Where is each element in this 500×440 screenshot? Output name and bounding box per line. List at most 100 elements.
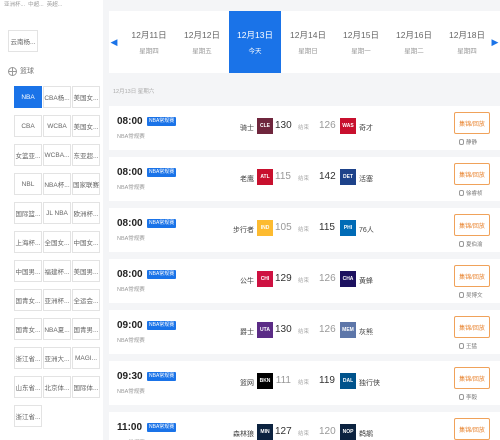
league-chip[interactable]: 欧洲杯...: [72, 202, 100, 224]
league-chip[interactable]: 东亚超...: [72, 144, 100, 166]
home-score: 105: [275, 222, 292, 233]
watch-replay-button[interactable]: 集锦/回放: [454, 163, 490, 185]
league-chip[interactable]: 中国男...: [14, 260, 42, 282]
date-tab[interactable]: 12月16日 星期二: [388, 11, 440, 73]
home-score: 130: [275, 324, 292, 335]
league-chip[interactable]: 美国男...: [72, 260, 100, 282]
sidebar: 亚洲杯... 中超... 英超... 云南杨... 篮球 NBA CBA杨... 美国女…: [0, 0, 103, 440]
basketball-icon: [8, 66, 17, 76]
match-status: 结束: [298, 125, 310, 131]
match-card[interactable]: 08:00 NBA常规赛 NBA常规赛 老鹰 ATL 115 结束 142 DET 活塞 集锦/回放…: [109, 157, 500, 201]
league-chip[interactable]: 中国女...: [72, 231, 100, 253]
mic-icon: [459, 292, 464, 298]
league-chip[interactable]: NBL: [14, 173, 42, 195]
league-chip[interactable]: 浙江省...: [14, 347, 42, 369]
league-chip[interactable]: CBA杨...: [43, 86, 71, 108]
home-team-name: 老鹰: [240, 176, 254, 183]
league-chip[interactable]: 国青女...: [14, 318, 42, 340]
home-score: 130: [275, 120, 292, 131]
competition-name: NBA常规赛: [117, 134, 145, 140]
league-chip[interactable]: 亚洲杯...: [43, 289, 71, 311]
match-time: 08:00: [117, 218, 143, 229]
match-time: 08:00: [117, 269, 143, 280]
match-time: 08:00: [117, 167, 143, 178]
match-card[interactable]: 09:00 NBA常规赛 NBA常规赛 爵士 UTA 130 结束 126 MEM 灰熊 集锦/回放…: [109, 310, 500, 354]
league-chip[interactable]: 美国女...: [72, 86, 100, 108]
watch-replay-button[interactable]: 集锦/回放: [454, 316, 490, 338]
date-tab[interactable]: 12月14日 星期日: [282, 11, 334, 73]
away-team-logo-icon: CHA: [340, 271, 356, 287]
watch-replay-button[interactable]: 集锦/回放: [454, 214, 490, 236]
match-card[interactable]: 08:00 NBA常规赛 NBA常规赛 公牛 CHI 129 结束 126 CHA 黄蜂 集锦/回放…: [109, 259, 500, 303]
league-chip[interactable]: 浙江省...: [14, 405, 42, 427]
league-chip[interactable]: WCBA...: [43, 144, 71, 166]
league-chip[interactable]: 女篮亚...: [14, 144, 42, 166]
sidebar-top-tab[interactable]: 英超...: [47, 0, 63, 14]
date-tab-date: 12月16日: [396, 30, 432, 40]
away-team-logo-icon: PHI: [340, 220, 356, 236]
date-tab-date: 12月12日: [184, 30, 220, 40]
league-chip[interactable]: NBA夏...: [43, 318, 71, 340]
league-chip[interactable]: NBA杯...: [43, 173, 71, 195]
home-score: 129: [275, 273, 292, 284]
commentator-label: 徐睿桢: [459, 189, 483, 197]
match-time: 08:00: [117, 116, 143, 127]
league-chip[interactable]: CBA: [14, 115, 42, 137]
league-chip[interactable]: 国青女...: [14, 289, 42, 311]
league-chip[interactable]: MAGI...: [72, 347, 100, 369]
away-team-name: 独行侠: [359, 380, 380, 387]
competition-name: NBA常规赛: [117, 389, 145, 395]
sidebar-top-tab[interactable]: 中超...: [28, 0, 44, 14]
league-chip[interactable]: 山东省...: [14, 376, 42, 398]
league-chip[interactable]: 国际篮...: [14, 202, 42, 224]
watch-replay-button[interactable]: 集锦/回放: [454, 265, 490, 287]
mic-icon: [459, 343, 464, 349]
watch-replay-button[interactable]: 集锦/回放: [454, 367, 490, 389]
league-chip[interactable]: 福建杯...: [43, 260, 71, 282]
home-team-name: 爵士: [240, 329, 254, 336]
date-tab[interactable]: 12月15日 星期一: [335, 11, 387, 73]
date-tab[interactable]: 12月12日 星期五: [176, 11, 228, 73]
chevron-right-icon[interactable]: ▶: [490, 11, 500, 73]
commentator-name: 徐睿桢: [466, 191, 483, 197]
sidebar-item-first[interactable]: 云南杨...: [8, 30, 38, 52]
league-chip[interactable]: 国青男...: [72, 318, 100, 340]
away-score: 142: [319, 171, 336, 182]
away-score: 126: [319, 120, 336, 131]
mic-icon: [459, 394, 464, 400]
match-card[interactable]: 08:00 NBA常规赛 NBA常规赛 步行者 IND 105 结束 115 PHI 76人 集锦/…: [109, 208, 500, 252]
date-tab-date: 12月15日: [343, 30, 379, 40]
watch-replay-button[interactable]: 集锦/回放: [454, 418, 490, 440]
league-chip[interactable]: 全国女...: [43, 231, 71, 253]
league-chip[interactable]: 全运会...: [72, 289, 100, 311]
date-tab-date: 12月18日: [449, 30, 485, 40]
chevron-left-icon[interactable]: ◀: [109, 11, 119, 73]
watch-replay-button[interactable]: 集锦/回放: [454, 112, 490, 134]
match-status: 结束: [298, 278, 310, 284]
match-card[interactable]: 11:00NBA常规赛NBA常规赛森林狼MIN127结束120NOP鹈鹕集锦/回…: [109, 412, 500, 440]
league-chip[interactable]: 国家联赛: [72, 173, 100, 195]
away-team-logo-icon: DAL: [340, 373, 356, 389]
league-chip[interactable]: WCBA: [43, 115, 71, 137]
away-score: 126: [319, 273, 336, 284]
league-chip[interactable]: 亚洲大...: [43, 347, 71, 369]
league-chip[interactable]: 国际体...: [72, 376, 100, 398]
league-chip[interactable]: 北京体...: [43, 376, 71, 398]
match-status: 结束: [298, 431, 310, 437]
league-chip[interactable]: 美国女...: [72, 115, 100, 137]
commentator-label: 李毅: [459, 393, 477, 401]
date-tab[interactable]: 12月11日 星期四: [123, 11, 175, 73]
sidebar-top-tab[interactable]: 亚洲杯...: [4, 0, 25, 14]
match-tag-badge: NBA常规赛: [147, 270, 177, 279]
date-tab[interactable]: 12月18日 星期四: [441, 11, 493, 73]
match-card[interactable]: 08:00 NBA常规赛 NBA常规赛 骑士 CLE 130 结束 126 WAS 奇才 集锦/回放…: [109, 106, 500, 150]
league-chip[interactable]: NBA: [14, 86, 42, 108]
commentator-label: 吴博文: [459, 291, 483, 299]
date-tab[interactable]: 12月13日 今天: [229, 11, 281, 73]
away-score: 126: [319, 324, 336, 335]
match-card[interactable]: 09:30 NBA常规赛 NBA常规赛 篮网 BKN 111 结束 119 DAL 独行侠 集锦/回…: [109, 361, 500, 405]
league-chip[interactable]: 上海杯...: [14, 231, 42, 253]
home-team-name: 森林狼: [233, 431, 254, 438]
league-chip[interactable]: JL NBA: [43, 202, 71, 224]
away-score: 115: [319, 222, 335, 233]
